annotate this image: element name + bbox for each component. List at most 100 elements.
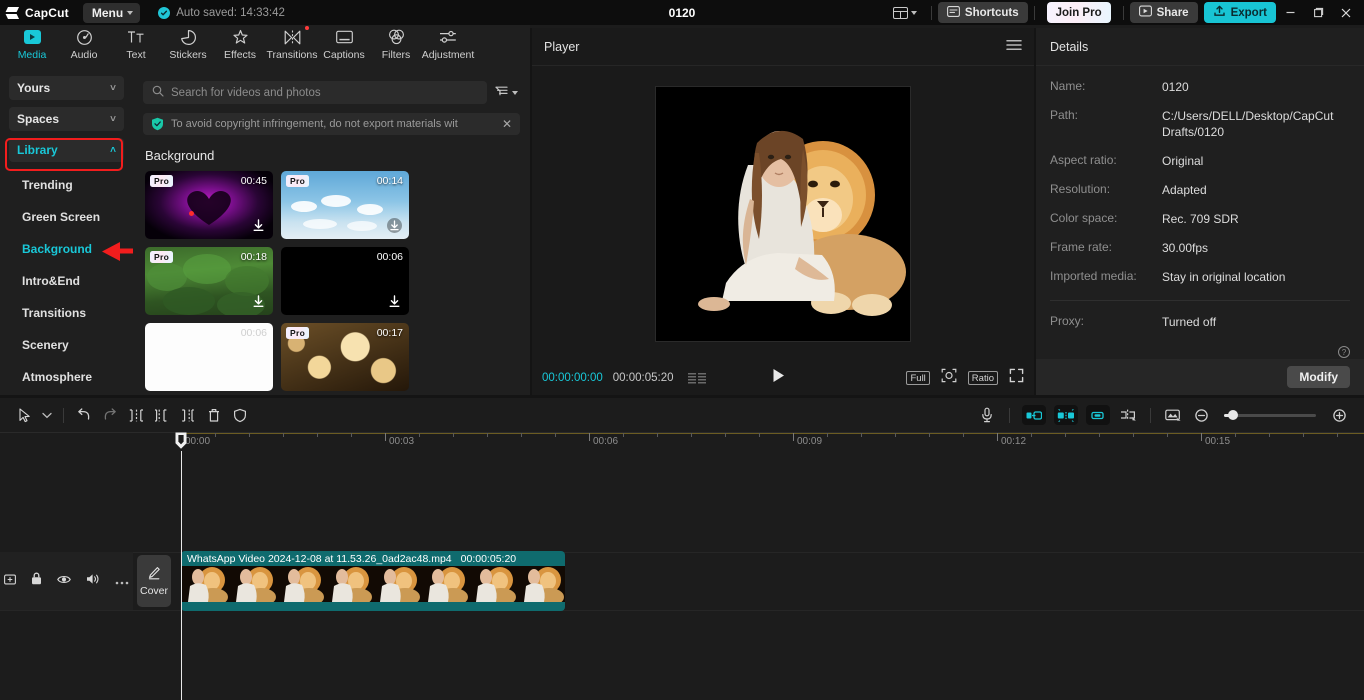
play-button[interactable] xyxy=(772,368,785,388)
playhead-line[interactable] xyxy=(181,451,182,700)
sidebar-dropdown-library[interactable]: Library ˄ xyxy=(9,138,124,162)
download-icon[interactable] xyxy=(387,294,402,309)
trim-left-icon[interactable] xyxy=(149,403,175,427)
delete-icon[interactable] xyxy=(201,403,227,427)
ratio-button[interactable]: Ratio xyxy=(968,371,998,385)
tab-stickers[interactable]: Stickers xyxy=(162,25,214,61)
player-stage xyxy=(532,66,1034,362)
full-button[interactable]: Full xyxy=(906,371,929,385)
maximize-button[interactable] xyxy=(1304,0,1332,25)
detail-label: Name: xyxy=(1050,79,1162,95)
add-track-icon[interactable] xyxy=(4,572,16,590)
track-controls xyxy=(0,552,133,610)
title-bar: CapCut Menu Auto saved: 14:33:42 Shortcu… xyxy=(0,0,1364,25)
player-title: Player xyxy=(544,40,579,54)
modify-button[interactable]: Modify xyxy=(1287,366,1350,388)
tab-filters[interactable]: Filters xyxy=(370,25,422,61)
sidebar-item-scenery[interactable]: Scenery xyxy=(0,329,133,361)
shortcuts-button[interactable]: Shortcuts xyxy=(938,2,1028,23)
sidebar-item-trending[interactable]: Trending xyxy=(0,169,133,201)
download-icon[interactable] xyxy=(251,218,266,233)
mirror-icon[interactable] xyxy=(1115,403,1141,427)
sidebar-item-label: Green Screen xyxy=(22,210,100,224)
timeline-clip[interactable]: WhatsApp Video 2024-12-08 at 11.53.26_0a… xyxy=(181,551,565,611)
sidebar-item-intro-end[interactable]: Intro&End xyxy=(0,265,133,297)
sidebar-dropdown-spaces[interactable]: Spaces ˅ xyxy=(9,107,124,131)
tab-transitions[interactable]: Transitions xyxy=(266,25,318,61)
crop-icon[interactable] xyxy=(941,368,957,388)
sidebar-item-green-screen[interactable]: Green Screen xyxy=(0,201,133,233)
select-cursor-icon[interactable] xyxy=(12,403,38,427)
media-card[interactable]: Pro 00:18 xyxy=(145,247,273,315)
search-input[interactable] xyxy=(171,87,478,99)
filter-button[interactable] xyxy=(493,84,520,102)
lock-icon[interactable] xyxy=(31,572,42,590)
capcut-window: CapCut Menu Auto saved: 14:33:42 Shortcu… xyxy=(0,0,1364,700)
close-icon[interactable]: ✕ xyxy=(496,117,512,131)
trim-right-icon[interactable] xyxy=(175,403,201,427)
download-icon[interactable] xyxy=(387,218,402,233)
media-card[interactable]: 00:06 xyxy=(145,323,273,391)
media-card[interactable]: Pro 00:17 xyxy=(281,323,409,391)
timeline-ruler[interactable]: 00:00 00:03 00:06 00:09 00:12 00:15 xyxy=(0,432,1364,451)
tab-text[interactable]: Text xyxy=(110,25,162,61)
keyframe-left-icon[interactable] xyxy=(1022,405,1046,425)
tab-effects[interactable]: Effects xyxy=(214,25,266,61)
player-view-controls: Full Ratio xyxy=(906,368,1024,388)
zoom-out-icon[interactable] xyxy=(1188,403,1214,427)
media-card[interactable]: Pro 00:14 xyxy=(281,171,409,239)
keyframe-right-icon[interactable] xyxy=(1086,405,1110,425)
tab-adjustment[interactable]: Adjustment xyxy=(422,25,474,61)
help-icon[interactable]: ? xyxy=(1338,346,1350,358)
playhead-handle[interactable] xyxy=(174,432,188,450)
shield-icon[interactable] xyxy=(227,403,253,427)
fullscreen-icon[interactable] xyxy=(1009,368,1024,388)
download-icon[interactable] xyxy=(251,294,266,309)
minimize-button[interactable] xyxy=(1276,0,1304,25)
split-icon[interactable] xyxy=(123,403,149,427)
sidebar-item-atmosphere[interactable]: Atmosphere xyxy=(0,361,133,393)
eye-icon[interactable] xyxy=(57,572,71,590)
close-button[interactable] xyxy=(1332,0,1360,25)
export-button[interactable]: Export xyxy=(1204,2,1276,23)
chevron-up-icon: ˄ xyxy=(110,145,116,156)
player-panel: Player xyxy=(532,28,1034,395)
tab-media[interactable]: Media xyxy=(6,25,58,61)
sidebar-dropdown-yours[interactable]: Yours ˅ xyxy=(9,76,124,100)
chevron-down-icon[interactable] xyxy=(38,403,56,427)
thumbnail-icon[interactable] xyxy=(1160,403,1186,427)
zoom-in-icon[interactable] xyxy=(1326,403,1352,427)
more-icon[interactable] xyxy=(115,572,129,590)
media-grid: Pro 00:45 Pro 00:14 xyxy=(133,171,530,391)
tab-audio[interactable]: Audio xyxy=(58,25,110,61)
redo-icon[interactable] xyxy=(97,403,123,427)
layout-button[interactable] xyxy=(885,7,925,19)
timeline-toolbar xyxy=(0,398,1364,432)
pro-badge: Pro xyxy=(286,175,309,187)
zoom-slider[interactable] xyxy=(1224,414,1316,417)
search-box[interactable] xyxy=(143,81,487,104)
timeline-body[interactable]: Cover WhatsApp Video 2024-12-08 at 11.53… xyxy=(0,451,1364,700)
chevron-down-icon: ˅ xyxy=(110,114,116,125)
hamburger-icon[interactable] xyxy=(1006,39,1022,54)
tab-captions[interactable]: Captions xyxy=(318,25,370,61)
chevron-down-icon xyxy=(127,11,133,15)
share-button[interactable]: Share xyxy=(1130,2,1198,23)
auto-fit-icon[interactable] xyxy=(1054,405,1078,425)
detail-value: Rec. 709 SDR xyxy=(1162,211,1239,227)
frames-icon[interactable] xyxy=(688,373,706,384)
media-card[interactable]: 00:06 xyxy=(281,247,409,315)
media-card[interactable]: Pro 00:45 xyxy=(145,171,273,239)
volume-icon[interactable] xyxy=(86,572,100,590)
zoom-slider-knob[interactable] xyxy=(1228,410,1238,420)
sidebar-item-transitions[interactable]: Transitions xyxy=(0,297,133,329)
tab-label: Media xyxy=(18,49,47,61)
clip-thumbnail xyxy=(181,566,229,602)
menu-button[interactable]: Menu xyxy=(83,3,140,23)
microphone-icon[interactable] xyxy=(974,403,1000,427)
sidebar-item-label: Transitions xyxy=(22,306,86,320)
undo-icon[interactable] xyxy=(71,403,97,427)
join-pro-button[interactable]: Join Pro xyxy=(1047,2,1111,23)
sidebar-item-background[interactable]: Background xyxy=(0,233,133,265)
cover-button[interactable]: Cover xyxy=(137,555,171,607)
